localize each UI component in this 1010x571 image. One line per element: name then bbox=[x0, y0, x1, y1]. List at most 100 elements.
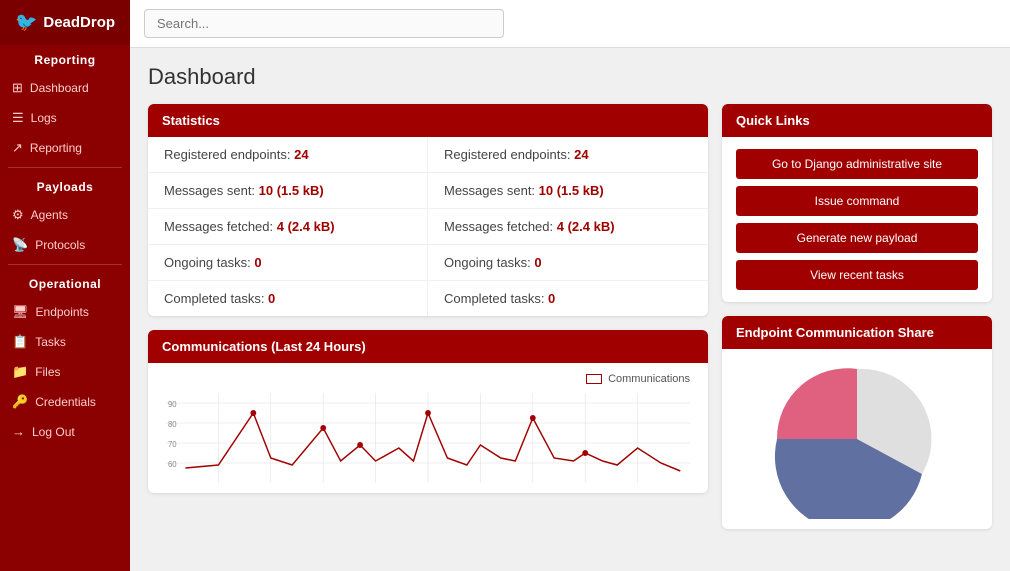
stat-value: 10 (1.5 kB) bbox=[259, 183, 324, 198]
svg-text:80: 80 bbox=[168, 420, 177, 429]
stat-label: Registered endpoints: bbox=[444, 147, 574, 162]
issue-command-button[interactable]: Issue command bbox=[736, 186, 978, 216]
stat-label: Ongoing tasks: bbox=[164, 255, 254, 270]
sidebar-item-label: Log Out bbox=[32, 425, 75, 439]
sidebar-item-protocols[interactable]: 📡 Protocols bbox=[0, 230, 130, 260]
dashboard-icon: ⊞ bbox=[12, 80, 23, 96]
endpoints-icon: 🖥 bbox=[12, 304, 29, 320]
chart-legend: Communications bbox=[156, 369, 700, 385]
line-chart: 90 80 70 60 bbox=[166, 393, 690, 483]
django-admin-button[interactable]: Go to Django administrative site bbox=[736, 149, 978, 179]
stats-grid: Registered endpoints: 24 Registered endp… bbox=[148, 137, 708, 316]
app-logo: 🐦 DeadDrop bbox=[0, 0, 130, 45]
sidebar-item-dashboard[interactable]: ⊞ Dashboard bbox=[0, 73, 130, 103]
sidebar-item-endpoints[interactable]: 🖥 Endpoints bbox=[0, 297, 130, 327]
stat-ongoing-tasks-left: Ongoing tasks: 0 bbox=[148, 245, 428, 281]
stat-ongoing-tasks-right: Ongoing tasks: 0 bbox=[428, 245, 708, 281]
sidebar-item-label: Reporting bbox=[30, 141, 82, 155]
svg-text:60: 60 bbox=[168, 460, 177, 469]
communications-header: Communications (Last 24 Hours) bbox=[148, 330, 708, 363]
endpoint-share-card: Endpoint Communication Share bbox=[722, 316, 992, 529]
sidebar-item-files[interactable]: 📁 Files bbox=[0, 357, 130, 387]
logout-icon: → bbox=[12, 424, 25, 439]
stat-messages-fetched-left: Messages fetched: 4 (2.4 kB) bbox=[148, 209, 428, 245]
endpoint-share-header: Endpoint Communication Share bbox=[722, 316, 992, 349]
legend-label: Communications bbox=[608, 373, 690, 385]
stat-label: Completed tasks: bbox=[164, 291, 268, 306]
stat-label: Messages fetched: bbox=[444, 219, 557, 234]
reporting-icon: ↗ bbox=[12, 140, 23, 156]
stat-value: 10 (1.5 kB) bbox=[539, 183, 604, 198]
logs-icon: ☰ bbox=[12, 110, 24, 126]
stat-messages-sent-left: Messages sent: 10 (1.5 kB) bbox=[148, 173, 428, 209]
files-icon: 📁 bbox=[12, 364, 28, 380]
sidebar-item-logout[interactable]: → Log Out bbox=[0, 417, 130, 446]
stat-value: 0 bbox=[268, 291, 275, 306]
quick-links-header: Quick Links bbox=[722, 104, 992, 137]
sidebar-divider-2 bbox=[8, 264, 122, 265]
sidebar-item-label: Protocols bbox=[35, 238, 85, 252]
sidebar-section-reporting: Reporting bbox=[0, 45, 130, 73]
quick-links-body: Go to Django administrative site Issue c… bbox=[722, 137, 992, 302]
stat-value: 4 (2.4 kB) bbox=[557, 219, 615, 234]
stat-registered-endpoints-left: Registered endpoints: 24 bbox=[148, 137, 428, 173]
sidebar-item-label: Credentials bbox=[35, 395, 96, 409]
stat-value: 24 bbox=[574, 147, 588, 162]
generate-payload-button[interactable]: Generate new payload bbox=[736, 223, 978, 253]
agents-icon: ⚙ bbox=[12, 207, 24, 223]
stat-value: 0 bbox=[534, 255, 541, 270]
svg-text:70: 70 bbox=[168, 440, 177, 449]
chart-area: 90 80 70 60 bbox=[156, 385, 700, 485]
app-name: DeadDrop bbox=[43, 14, 115, 31]
view-recent-tasks-button[interactable]: View recent tasks bbox=[736, 260, 978, 290]
stat-completed-tasks-left: Completed tasks: 0 bbox=[148, 281, 428, 316]
header bbox=[130, 0, 1010, 48]
sidebar-item-label: Tasks bbox=[35, 335, 66, 349]
stat-messages-fetched-right: Messages fetched: 4 (2.4 kB) bbox=[428, 209, 708, 245]
sidebar-section-payloads: Payloads bbox=[0, 172, 130, 200]
sidebar-item-tasks[interactable]: 📋 Tasks bbox=[0, 327, 130, 357]
left-column: Statistics Registered endpoints: 24 Regi… bbox=[148, 104, 708, 529]
legend-box-icon bbox=[586, 374, 602, 384]
endpoint-share-body bbox=[722, 349, 992, 529]
sidebar-item-credentials[interactable]: 🔑 Credentials bbox=[0, 387, 130, 417]
sidebar: 🐦 DeadDrop Reporting ⊞ Dashboard ☰ Logs … bbox=[0, 0, 130, 571]
sidebar-section-operational: Operational bbox=[0, 269, 130, 297]
page-title: Dashboard bbox=[148, 64, 992, 90]
protocols-icon: 📡 bbox=[12, 237, 28, 253]
tasks-icon: 📋 bbox=[12, 334, 28, 350]
stat-value: 0 bbox=[254, 255, 261, 270]
stat-completed-tasks-right: Completed tasks: 0 bbox=[428, 281, 708, 316]
communications-card: Communications (Last 24 Hours) Communica… bbox=[148, 330, 708, 493]
statistics-body: Registered endpoints: 24 Registered endp… bbox=[148, 137, 708, 316]
search-input[interactable] bbox=[144, 9, 504, 38]
stat-label: Messages fetched: bbox=[164, 219, 277, 234]
sidebar-item-label: Logs bbox=[31, 111, 57, 125]
right-column: Quick Links Go to Django administrative … bbox=[722, 104, 992, 529]
sidebar-item-label: Dashboard bbox=[30, 81, 89, 95]
stat-label: Ongoing tasks: bbox=[444, 255, 534, 270]
stat-value: 24 bbox=[294, 147, 308, 162]
stat-label: Completed tasks: bbox=[444, 291, 548, 306]
main-area: Dashboard Statistics Registered endpoint… bbox=[130, 0, 1010, 571]
sidebar-item-label: Endpoints bbox=[36, 305, 89, 319]
stat-label: Registered endpoints: bbox=[164, 147, 294, 162]
sidebar-item-agents[interactable]: ⚙ Agents bbox=[0, 200, 130, 230]
svg-text:90: 90 bbox=[168, 400, 177, 409]
quick-links-card: Quick Links Go to Django administrative … bbox=[722, 104, 992, 302]
content-grid: Statistics Registered endpoints: 24 Regi… bbox=[148, 104, 992, 529]
sidebar-divider-1 bbox=[8, 167, 122, 168]
sidebar-item-reporting[interactable]: ↗ Reporting bbox=[0, 133, 130, 163]
statistics-header: Statistics bbox=[148, 104, 708, 137]
content-area: Dashboard Statistics Registered endpoint… bbox=[130, 48, 1010, 571]
logo-icon: 🐦 bbox=[15, 12, 37, 33]
stat-value: 0 bbox=[548, 291, 555, 306]
sidebar-item-label: Agents bbox=[31, 208, 68, 222]
stat-label: Messages sent: bbox=[444, 183, 539, 198]
communications-body: Communications bbox=[148, 363, 708, 493]
stat-label: Messages sent: bbox=[164, 183, 259, 198]
stat-messages-sent-right: Messages sent: 10 (1.5 kB) bbox=[428, 173, 708, 209]
sidebar-item-logs[interactable]: ☰ Logs bbox=[0, 103, 130, 133]
pie-chart bbox=[767, 359, 947, 519]
statistics-card: Statistics Registered endpoints: 24 Regi… bbox=[148, 104, 708, 316]
